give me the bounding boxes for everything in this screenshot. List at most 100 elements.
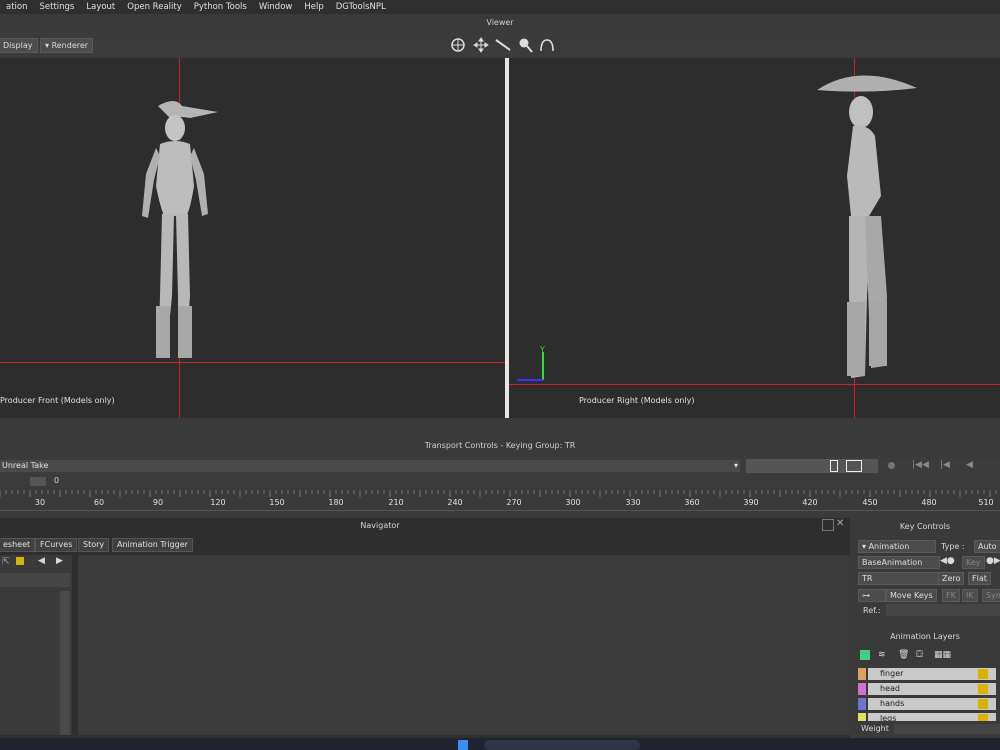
- layer-name: head: [868, 683, 996, 695]
- tick-label: 480: [921, 498, 937, 507]
- layer-color-swatch: [858, 713, 866, 721]
- tick-label: 180: [328, 498, 344, 507]
- fk-button[interactable]: FK: [942, 589, 960, 602]
- navigator-scrollbar[interactable]: [60, 591, 70, 735]
- navigator-sidebar: ⇱ ◀ ▶: [0, 555, 72, 735]
- viewer-title: Viewer: [486, 18, 514, 27]
- select-icon[interactable]: ⇱: [2, 557, 10, 567]
- transport-title: Transport Controls - Keying Group: TR: [424, 441, 576, 450]
- layer-color-swatch: [858, 683, 866, 695]
- tick-label: 390: [743, 498, 759, 507]
- layer-name: hands: [868, 698, 996, 710]
- viewer-status-strip: [0, 418, 1000, 438]
- menu-dgtoolsnpl[interactable]: DGToolsNPL: [330, 2, 392, 12]
- menu-settings[interactable]: Settings: [34, 2, 81, 12]
- trash-icon[interactable]: 🗑: [898, 650, 909, 660]
- navigator-title: Navigator: [360, 521, 400, 530]
- dolly-icon[interactable]: [494, 36, 512, 54]
- animation-mode-dropdown[interactable]: ▾ Animation: [858, 540, 936, 553]
- layer-row-legs[interactable]: legs: [858, 713, 1000, 721]
- axis-horizontal-line: [0, 362, 505, 363]
- close-icon[interactable]: ✕: [836, 518, 844, 529]
- lock-icon[interactable]: [978, 699, 988, 709]
- frame-row: 0: [0, 476, 1000, 488]
- timeline-ruler[interactable]: 30 60 90 120 150 180 210 240 270 300 330…: [0, 490, 1000, 511]
- menu-help[interactable]: Help: [298, 2, 329, 12]
- keying-group-dropdown[interactable]: TR: [858, 572, 942, 585]
- arrow-right-icon[interactable]: ▶: [56, 556, 63, 566]
- take-dropdown[interactable]: Unreal Take ▾: [0, 460, 740, 472]
- layers-icon[interactable]: ≋: [878, 650, 886, 660]
- windows-start-icon[interactable]: [458, 740, 468, 750]
- layer-row-finger[interactable]: finger: [858, 668, 1000, 680]
- lock-icon[interactable]: [978, 714, 988, 721]
- type-dropdown[interactable]: Auto: [974, 540, 1000, 553]
- renderer-button[interactable]: ▾ Renderer: [40, 38, 94, 53]
- zero-button[interactable]: Zero: [938, 572, 965, 585]
- weight-slider[interactable]: [894, 724, 1000, 734]
- layer-color-swatch: [858, 698, 866, 710]
- viewer-toolbar: Display ▾ Renderer: [0, 34, 1000, 56]
- pan-icon[interactable]: [472, 36, 490, 54]
- next-key-icon[interactable]: ●▶: [986, 556, 1000, 566]
- tab-story[interactable]: Story: [78, 538, 110, 552]
- tab-animation-trigger[interactable]: Animation Trigger: [112, 538, 193, 552]
- os-taskbar: [0, 738, 1000, 750]
- rotate-icon[interactable]: [538, 36, 556, 54]
- taskbar-search[interactable]: [484, 740, 640, 750]
- lock-icon[interactable]: [978, 669, 988, 679]
- layer-row-head[interactable]: head: [858, 683, 1000, 695]
- display-button[interactable]: Display: [0, 38, 38, 53]
- prev-key-icon[interactable]: ◀●: [940, 556, 955, 566]
- move-keys-button[interactable]: Move Keys: [886, 589, 937, 602]
- animation-mode-label: Animation: [868, 542, 910, 551]
- record-icon[interactable]: [888, 462, 895, 469]
- ref-field[interactable]: [886, 604, 1000, 616]
- menu-python-tools[interactable]: Python Tools: [188, 2, 253, 12]
- zoom-icon[interactable]: [516, 36, 534, 54]
- frame-slider-handle[interactable]: [30, 477, 46, 486]
- sym-button[interactable]: Sym: [982, 589, 1000, 602]
- current-frame: 0: [54, 476, 60, 485]
- tick-label: 60: [93, 498, 105, 507]
- key-button[interactable]: Key: [962, 556, 985, 569]
- menu-layout[interactable]: Layout: [80, 2, 121, 12]
- tick-label: 420: [802, 498, 818, 507]
- layer-name: finger: [868, 668, 996, 680]
- viewport-right[interactable]: Y Producer Right (Models only): [509, 58, 1000, 418]
- tab-fcurves[interactable]: FCurves: [35, 538, 78, 552]
- layer-row-hands[interactable]: hands: [858, 698, 1000, 710]
- chevron-down-icon: ▾: [862, 542, 867, 551]
- maximize-icon[interactable]: [822, 519, 834, 531]
- type-label: Type :: [941, 542, 965, 551]
- arrow-left-icon[interactable]: ◀: [38, 556, 45, 566]
- menu-window[interactable]: Window: [253, 2, 299, 12]
- viewport-front-label: Producer Front (Models only): [0, 396, 115, 405]
- viewport-front[interactable]: Producer Front (Models only): [0, 58, 505, 418]
- lock-icon[interactable]: [978, 684, 988, 694]
- tick-label: 510: [978, 498, 994, 507]
- tab-dopesheet[interactable]: esheet: [0, 538, 36, 552]
- menu-open-reality[interactable]: Open Reality: [121, 2, 187, 12]
- add-layer-icon[interactable]: [860, 650, 870, 660]
- flat-button[interactable]: Flat: [968, 572, 991, 585]
- ik-button[interactable]: IK: [962, 589, 978, 602]
- go-start-icon[interactable]: |◀◀: [912, 460, 929, 470]
- menu-animation[interactable]: ation: [0, 2, 34, 12]
- tick-label: 120: [210, 498, 226, 507]
- tick-label: 240: [447, 498, 463, 507]
- navigator-main-area[interactable]: [78, 555, 850, 735]
- key-icon[interactable]: ⊶: [858, 589, 886, 602]
- character-model-front[interactable]: [120, 96, 230, 366]
- prev-key-icon[interactable]: |◀: [940, 460, 950, 470]
- base-animation-dropdown[interactable]: BaseAnimation: [858, 556, 940, 569]
- play-reverse-icon[interactable]: ◀: [966, 460, 973, 470]
- renderer-label: Renderer: [51, 41, 89, 50]
- orbit-icon[interactable]: [449, 36, 467, 54]
- character-model-side[interactable]: [809, 66, 929, 386]
- lock-icon[interactable]: [16, 557, 24, 565]
- navigator-filter-field[interactable]: [0, 573, 70, 587]
- merge-icon[interactable]: ⛋: [916, 650, 923, 660]
- folder-icon[interactable]: ▦▦: [934, 650, 951, 660]
- time-display-field[interactable]: [746, 459, 878, 473]
